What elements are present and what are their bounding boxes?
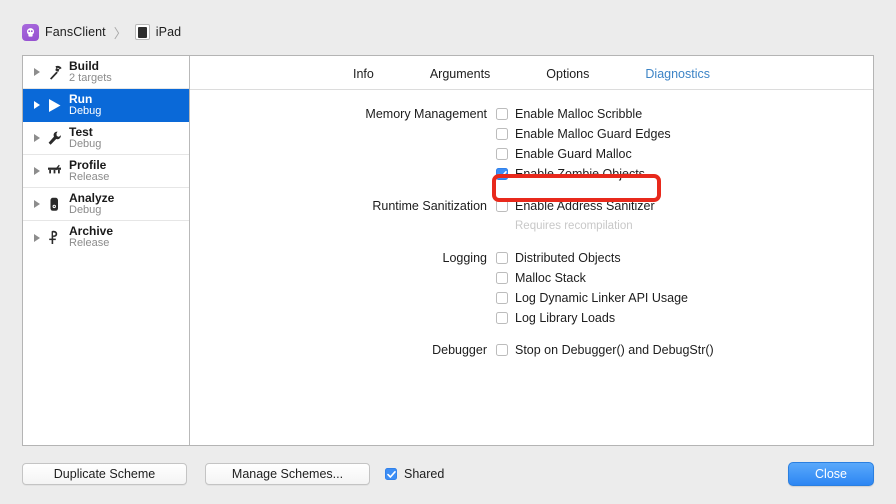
- checkbox-label: Log Dynamic Linker API Usage: [515, 291, 689, 305]
- sidebar-item-profile[interactable]: Profile Release: [23, 155, 189, 188]
- sidebar-item-title: Analyze: [69, 190, 115, 205]
- diagnostics-pane: Info Arguments Options Diagnostics Memor…: [190, 56, 873, 445]
- scheme-actions-sidebar: Build 2 targets Run Debug Test Debug Pro…: [23, 56, 190, 445]
- play-icon: [43, 97, 65, 114]
- checkbox-log-library-loads[interactable]: Log Library Loads: [496, 308, 615, 328]
- checkbox-label: Log Library Loads: [515, 311, 616, 325]
- checkbox-stop-on-debugger[interactable]: Stop on Debugger() and DebugStr(): [496, 340, 714, 360]
- sidebar-item-subtitle: Debug: [69, 203, 102, 216]
- wrench-icon: [43, 130, 65, 147]
- checkbox-label: Enable Zombie Objects: [515, 167, 645, 181]
- disclosure-triangle-icon[interactable]: [31, 233, 43, 242]
- checkbox-label: Enable Malloc Guard Edges: [515, 127, 671, 141]
- breadcrumb-separator: 〉: [113, 25, 127, 41]
- checkbox-box[interactable]: [496, 312, 508, 324]
- checkbox-enable-malloc-guard-edges[interactable]: Enable Malloc Guard Edges: [496, 124, 671, 144]
- memory-management-group: Memory Management Enable Malloc Scribble: [190, 104, 873, 124]
- shared-checkbox[interactable]: Shared: [385, 464, 444, 484]
- address-sanitizer-hint: Requires recompilation: [515, 220, 633, 232]
- hammer-icon: [43, 64, 65, 81]
- sidebar-item-subtitle: Debug: [69, 104, 102, 117]
- tab-diagnostics[interactable]: Diagnostics: [617, 67, 738, 81]
- sidebar-item-subtitle: Release: [69, 170, 110, 183]
- shared-label: Shared: [404, 467, 445, 481]
- runtime-sanitization-label: Runtime Sanitization: [372, 199, 487, 213]
- checkbox-box[interactable]: [496, 252, 508, 264]
- checkbox-log-dynamic-linker-api-usage[interactable]: Log Dynamic Linker API Usage: [496, 288, 688, 308]
- sidebar-item-subtitle: 2 targets: [69, 71, 112, 84]
- checkbox-enable-zombie-objects[interactable]: Enable Zombie Objects: [496, 164, 645, 184]
- sidebar-item-test[interactable]: Test Debug: [23, 122, 189, 155]
- scheme-editor-panel: Build 2 targets Run Debug Test Debug Pro…: [22, 55, 874, 446]
- breadcrumb: FansClient 〉 iPad: [22, 21, 181, 43]
- checkbox-box[interactable]: [496, 108, 508, 120]
- diagnostics-form: Memory Management Enable Malloc Scribble…: [190, 90, 873, 360]
- archive-icon: [43, 229, 65, 246]
- sidebar-item-title: Test: [69, 124, 93, 139]
- checkbox-enable-address-sanitizer[interactable]: Enable Address Sanitizer: [496, 196, 655, 216]
- checkbox-box[interactable]: [496, 168, 508, 180]
- sidebar-item-title: Profile: [69, 157, 107, 172]
- debugger-label: Debugger: [432, 343, 487, 357]
- gauge-icon: [43, 163, 65, 180]
- runtime-sanitization-group: Runtime Sanitization Enable Address Sani…: [190, 196, 873, 216]
- close-button[interactable]: Close: [788, 462, 874, 486]
- checkbox-enable-guard-malloc[interactable]: Enable Guard Malloc: [496, 144, 632, 164]
- checkbox-box[interactable]: [496, 128, 508, 140]
- sidebar-item-subtitle: Release: [69, 237, 110, 250]
- memory-management-label: Memory Management: [365, 107, 487, 121]
- checkbox-box[interactable]: [496, 200, 508, 212]
- checkbox-label: Enable Address Sanitizer: [515, 199, 655, 213]
- disclosure-triangle-icon[interactable]: [31, 101, 43, 109]
- debugger-group: Debugger Stop on Debugger() and DebugStr…: [190, 340, 873, 360]
- checkbox-label: Enable Malloc Scribble: [515, 107, 643, 121]
- tab-options[interactable]: Options: [518, 67, 617, 81]
- checkbox-enable-malloc-scribble[interactable]: Enable Malloc Scribble: [496, 104, 642, 124]
- disclosure-triangle-icon[interactable]: [31, 200, 43, 208]
- sidebar-item-analyze[interactable]: Analyze Debug: [23, 188, 189, 221]
- disclosure-triangle-icon[interactable]: [31, 134, 43, 142]
- sidebar-item-run[interactable]: Run Debug: [23, 89, 189, 122]
- sidebar-item-build[interactable]: Build 2 targets: [23, 56, 189, 89]
- logging-group: Logging Distributed Objects: [190, 248, 873, 268]
- checkbox-box[interactable]: [496, 292, 508, 304]
- tab-arguments[interactable]: Arguments: [402, 67, 518, 81]
- checkbox-box[interactable]: [496, 272, 508, 284]
- breadcrumb-device-name[interactable]: iPad: [156, 25, 181, 39]
- checkbox-box[interactable]: [496, 344, 508, 356]
- breadcrumb-app-name[interactable]: FansClient: [45, 25, 106, 39]
- checkbox-label: Stop on Debugger() and DebugStr(): [515, 343, 714, 357]
- checkbox-label: Distributed Objects: [515, 251, 621, 265]
- app-icon: [22, 23, 39, 41]
- sidebar-item-subtitle: Debug: [69, 137, 102, 150]
- manage-schemes-button[interactable]: Manage Schemes...: [205, 463, 370, 485]
- tab-bar: Info Arguments Options Diagnostics: [190, 56, 873, 90]
- logging-label: Logging: [442, 251, 488, 265]
- checkbox-label: Enable Guard Malloc: [515, 147, 632, 161]
- sidebar-item-archive[interactable]: Archive Release: [23, 221, 189, 254]
- disclosure-triangle-icon[interactable]: [31, 167, 43, 175]
- ipad-device-icon: [134, 24, 150, 40]
- sidebar-item-title: Build: [69, 58, 99, 73]
- checkbox-box[interactable]: [385, 468, 397, 480]
- disclosure-triangle-icon[interactable]: [31, 68, 43, 76]
- checkbox-box[interactable]: [496, 148, 508, 160]
- duplicate-scheme-button[interactable]: Duplicate Scheme: [22, 463, 187, 485]
- checkbox-distributed-objects[interactable]: Distributed Objects: [496, 248, 621, 268]
- checkbox-label: Malloc Stack: [515, 271, 586, 285]
- footer-bar: Duplicate Scheme Manage Schemes... Share…: [0, 455, 896, 504]
- sidebar-item-title: Run: [69, 91, 93, 106]
- checkbox-malloc-stack[interactable]: Malloc Stack: [496, 268, 586, 288]
- microscope-icon: [43, 196, 65, 213]
- tab-info[interactable]: Info: [325, 67, 402, 81]
